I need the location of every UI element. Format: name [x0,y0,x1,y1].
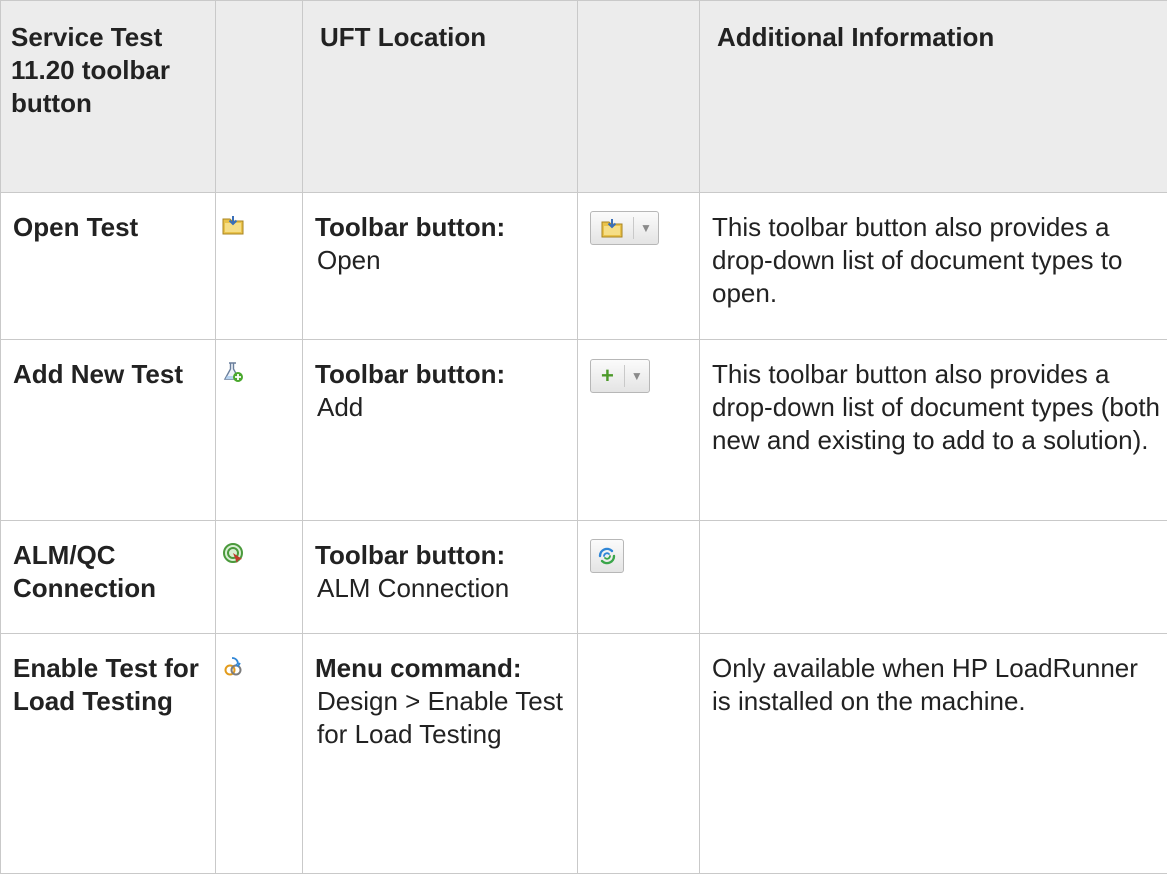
plus-icon: + [601,365,614,387]
header-row: Service Test 11.20 toolbar button UFT Lo… [1,1,1167,193]
st-icon-cell [216,634,303,874]
load-testing-icon [222,655,244,677]
chevron-down-icon: ▼ [631,370,643,382]
location-value: Open [315,244,571,277]
additional-info: Only available when HP LoadRunner is ins… [700,634,1167,874]
uft-location-cell: Toolbar button: ALM Connection [303,521,578,634]
header-additional-info: Additional Information [700,1,1167,193]
alm-connection-icon [590,539,624,573]
st-icon-cell [216,193,303,340]
uft-icon-cell: + ▼ [578,340,700,521]
header-st-icon [216,1,303,193]
uft-icon-cell: ▼ [578,193,700,340]
location-type-label: Toolbar button: [315,211,571,244]
row-name: Open Test [1,193,216,340]
location-type-label: Toolbar button: [315,358,571,391]
st-icon-cell [216,340,303,521]
uft-icon-cell [578,634,700,874]
header-st-button: Service Test 11.20 toolbar button [1,1,216,193]
location-value: Add [315,391,571,424]
row-name: ALM/QC Connection [1,521,216,634]
location-type-label: Menu command: [315,652,571,685]
open-folder-icon [601,217,623,239]
button-separator [633,217,634,239]
flask-add-icon [222,361,244,383]
table-row: Enable Test for Load Testing Menu comman… [1,634,1167,874]
add-dropdown-button: + ▼ [590,359,650,393]
alm-swirl-icon [596,545,618,567]
table-row: ALM/QC Connection Toolbar button: ALM Co… [1,521,1167,634]
additional-info: This toolbar button also provides a drop… [700,340,1167,521]
header-uft-location: UFT Location [303,1,578,193]
row-name: Add New Test [1,340,216,521]
location-type-label: Toolbar button: [315,539,571,572]
header-uft-icon [578,1,700,193]
uft-location-cell: Menu command: Design > Enable Test for L… [303,634,578,874]
additional-info [700,521,1167,634]
mapping-table: Service Test 11.20 toolbar button UFT Lo… [0,0,1167,874]
location-value: ALM Connection [315,572,571,605]
table-row: Add New Test Toolbar button: Add + ▼ [1,340,1167,521]
qc-connection-icon [222,542,244,564]
additional-info: This toolbar button also provides a drop… [700,193,1167,340]
table-row: Open Test Toolbar button: Open [1,193,1167,340]
uft-location-cell: Toolbar button: Open [303,193,578,340]
button-separator [624,365,625,387]
chevron-down-icon: ▼ [640,222,652,234]
st-icon-cell [216,521,303,634]
row-name: Enable Test for Load Testing [1,634,216,874]
uft-location-cell: Toolbar button: Add [303,340,578,521]
uft-icon-cell [578,521,700,634]
location-value: Design > Enable Test for Load Testing [315,685,571,751]
open-dropdown-button: ▼ [590,211,659,245]
open-folder-icon [222,214,244,236]
